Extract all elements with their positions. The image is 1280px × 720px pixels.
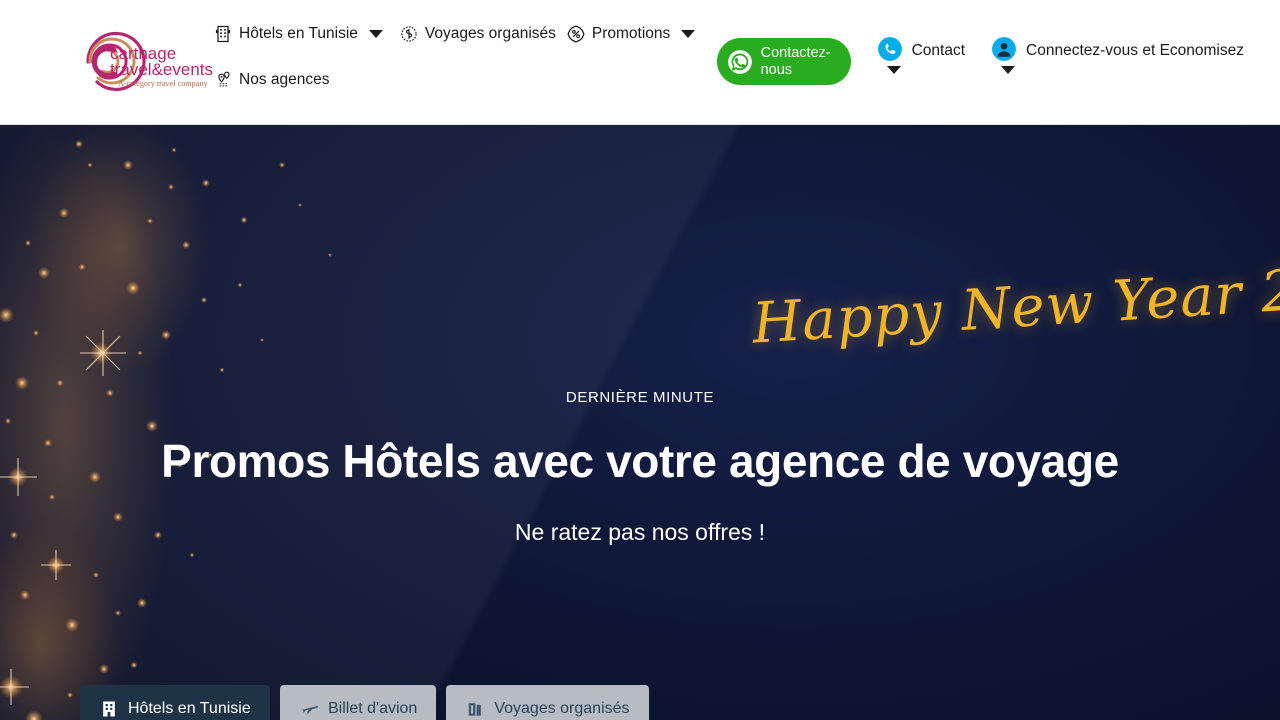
plane-icon — [301, 706, 319, 714]
nav-label-agences: Nos agences — [239, 71, 330, 88]
tab-hotels[interactable]: Hôtels en Tunisie — [80, 685, 270, 720]
tab-label-packages: Voyages organisés — [494, 700, 630, 717]
chevron-down-icon[interactable] — [886, 66, 901, 74]
sparkle-decoration — [0, 125, 332, 720]
tab-packages[interactable]: Voyages organisés — [446, 685, 649, 720]
user-icon — [992, 37, 1016, 61]
nav-label-voyages: Voyages organisés — [424, 25, 556, 42]
header-right-actions: Contactez-nous Contact Connectez-vous et… — [716, 36, 1244, 85]
hero-subtitle: Ne ratez pas nos offres ! — [514, 519, 766, 545]
secondary-navigation: Nos agences — [213, 70, 339, 90]
logo-tagline: A-category travel company — [118, 79, 208, 88]
logo-mark: carthage travel&events A-category travel… — [86, 31, 213, 92]
search-tabs: Hôtels en Tunisie Billet d'avion Voyages… — [80, 685, 1200, 720]
globe-compass-icon — [401, 26, 417, 42]
account-menu[interactable]: Connectez-vous et Economisez — [991, 36, 1244, 84]
chevron-down-icon[interactable] — [1001, 66, 1016, 74]
nav-item-hotels[interactable]: Hôtels en Tunisie — [213, 24, 399, 44]
hero-banner: Happy New Year 2 DERNIÈRE MINUTE Promos … — [0, 125, 1280, 720]
whatsapp-label: Contactez-nous — [760, 45, 831, 78]
brand-logo[interactable]: carthage travel&events A-category travel… — [48, 28, 218, 96]
chevron-down-icon[interactable] — [368, 30, 383, 38]
nav-label-promotions: Promotions — [591, 25, 671, 42]
phone-icon — [877, 37, 902, 61]
account-label: Connectez-vous et Economisez — [1026, 42, 1244, 59]
chevron-down-icon[interactable] — [681, 30, 696, 38]
contact-label: Contact — [911, 42, 966, 59]
suitcase-icon — [469, 703, 482, 716]
whatsapp-icon — [727, 49, 752, 74]
happy-new-year-decor: Happy New Year 2 — [750, 258, 1280, 357]
nav-item-voyages[interactable]: Voyages organisés — [399, 24, 566, 44]
tab-label-flights: Billet d'avion — [328, 700, 418, 717]
nav-label-hotels: Hôtels en Tunisie — [239, 25, 358, 42]
logo-brand-line2: travel&events — [110, 60, 213, 79]
nav-item-agences[interactable]: Nos agences — [213, 70, 339, 90]
percent-badge-icon — [567, 25, 585, 43]
tab-flights[interactable]: Billet d'avion — [280, 685, 437, 720]
tab-label-hotels: Hôtels en Tunisie — [128, 700, 251, 717]
nav-item-promotions[interactable]: Promotions — [566, 24, 711, 44]
map-pins-icon — [218, 71, 230, 87]
primary-navigation: Hôtels en Tunisie Voyages organisés Prom… — [213, 24, 711, 44]
contact-menu[interactable]: Contact — [877, 36, 965, 84]
hotel-icon — [215, 25, 231, 43]
hotel-icon — [103, 701, 115, 717]
hero-eyebrow: DERNIÈRE MINUTE — [565, 389, 715, 406]
page-title: Promos Hôtels avec votre agence de voyag… — [161, 435, 1119, 487]
site-header: carthage travel&events A-category travel… — [0, 0, 1280, 125]
whatsapp-contact-button[interactable]: Contactez-nous — [716, 38, 851, 85]
search-widget: Hôtels en Tunisie Billet d'avion Voyages… — [80, 685, 1200, 720]
